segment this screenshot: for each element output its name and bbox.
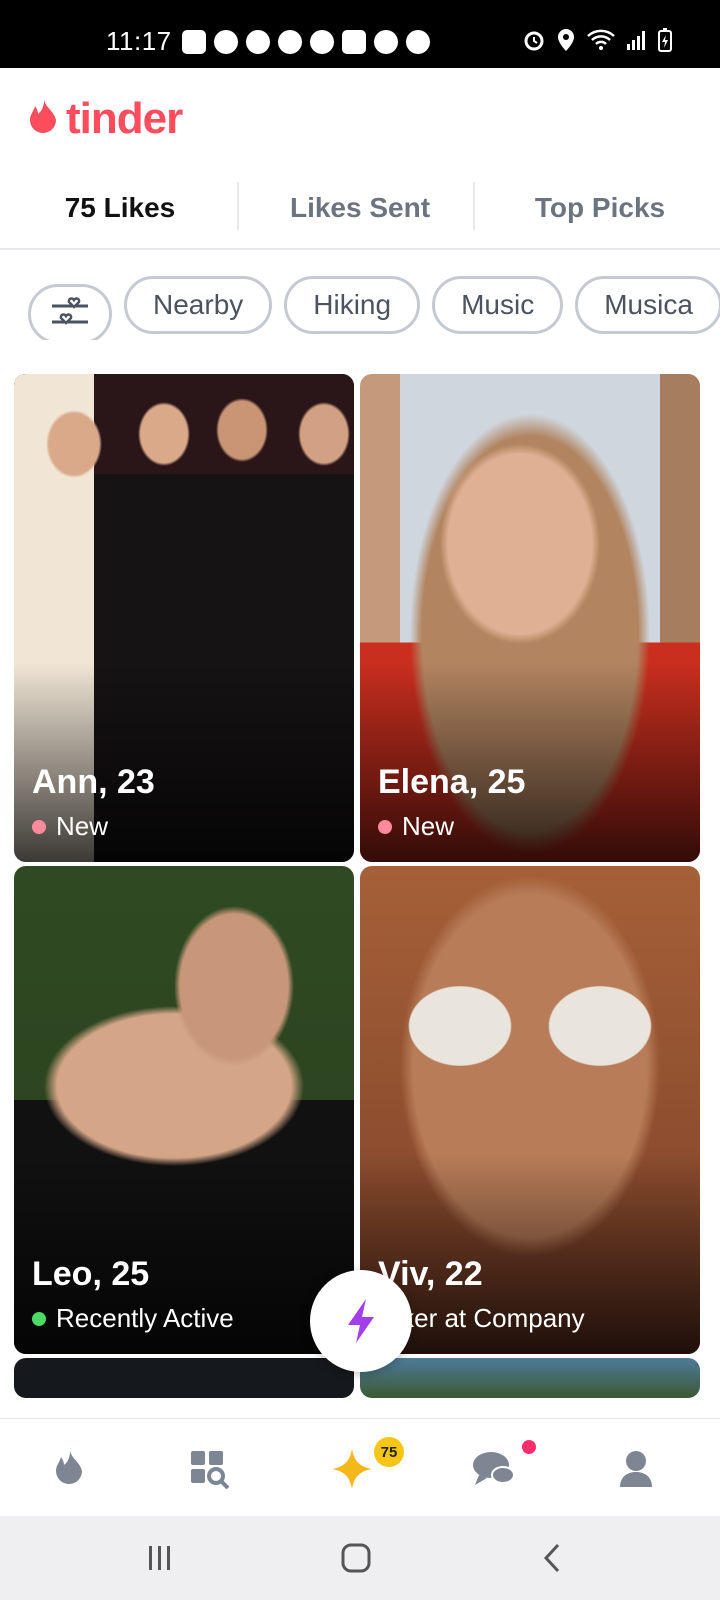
back-icon[interactable] xyxy=(540,1542,564,1574)
filter-sliders-icon xyxy=(52,297,88,325)
profile-card[interactable]: Ann, 23 New xyxy=(14,374,354,862)
basketball-icon xyxy=(374,30,398,54)
system-nav-bar xyxy=(0,1516,720,1600)
flame-icon xyxy=(56,1451,82,1484)
status-dot xyxy=(32,1311,46,1326)
recent-apps-icon[interactable] xyxy=(146,1544,174,1572)
profile-card[interactable]: Viv, 22 orker at Company xyxy=(360,866,700,1354)
profile-card[interactable]: Leo, 25 Recently Active xyxy=(14,866,354,1354)
basketball-icon xyxy=(406,30,430,54)
unread-dot xyxy=(522,1440,536,1454)
card-status-label: Recently Active xyxy=(56,1303,234,1333)
card-status: Recently Active xyxy=(32,1303,234,1334)
card-name: Ann, 23 xyxy=(32,763,155,801)
facebook-icon xyxy=(182,30,206,54)
likes-star-icon xyxy=(332,1449,372,1489)
likes-tabs: 75 Likes Likes Sent Top Picks xyxy=(0,168,720,250)
home-icon[interactable] xyxy=(340,1542,372,1574)
boost-button[interactable] xyxy=(310,1270,412,1372)
tab-likes-sent-label: Likes Sent xyxy=(289,192,431,223)
reddit-icon xyxy=(246,30,270,54)
status-bar: 11:17 xyxy=(0,0,720,68)
nav-profile[interactable] xyxy=(606,1439,666,1499)
explore-icon xyxy=(191,1451,230,1489)
tab-divider xyxy=(237,182,239,230)
bottom-nav xyxy=(0,1418,720,1516)
status-time: 11:17 xyxy=(106,26,172,56)
battery-icon xyxy=(658,28,672,52)
chip-label: Music xyxy=(461,289,535,320)
chip-musical[interactable]: Musica xyxy=(575,276,720,334)
chip-label: Hiking xyxy=(313,289,392,320)
reddit-icon xyxy=(214,30,238,54)
tab-likes-sent[interactable]: Likes Sent xyxy=(240,168,480,248)
card-name: Elena, 25 xyxy=(378,763,526,801)
filter-chips: Nearby Hiking Music Musica xyxy=(28,276,720,340)
wifi-icon xyxy=(587,29,615,50)
chrome-icon xyxy=(278,30,302,54)
likes-count-badge: 75 xyxy=(374,1437,404,1467)
card-name: Leo, 25 xyxy=(32,1255,150,1293)
tab-top-picks-label: Top Picks xyxy=(534,192,666,223)
alarm-icon xyxy=(524,31,544,51)
lightning-bolt-icon xyxy=(348,1299,374,1343)
chip-nearby[interactable]: Nearby xyxy=(124,276,273,334)
system-icons xyxy=(522,28,672,52)
status-dot xyxy=(378,819,392,834)
nav-likes[interactable] xyxy=(322,1439,382,1499)
signal-icon xyxy=(627,31,645,50)
chip-label: Nearby xyxy=(153,289,244,320)
profile-card[interactable] xyxy=(360,1358,700,1398)
app-header: tinder xyxy=(0,68,720,168)
location-icon xyxy=(558,29,574,51)
status-dot xyxy=(32,819,46,834)
chat-icon xyxy=(473,1452,515,1485)
card-status: New xyxy=(32,811,108,842)
notification-icons xyxy=(182,30,430,54)
chip-hiking[interactable]: Hiking xyxy=(284,276,421,334)
chip-music[interactable]: Music xyxy=(432,276,564,334)
tab-divider xyxy=(473,182,475,230)
logo-text: tinder xyxy=(66,94,183,143)
profile-card[interactable]: Elena, 25 New xyxy=(360,374,700,862)
profile-card[interactable] xyxy=(14,1358,354,1398)
tab-likes-label: 75 Likes xyxy=(64,192,176,223)
chrome-icon xyxy=(310,30,334,54)
flame-logo-icon xyxy=(30,100,56,133)
tab-likes[interactable]: 75 Likes xyxy=(0,168,240,248)
tinder-logo[interactable]: tinder xyxy=(26,94,183,144)
card-status: New xyxy=(378,811,454,842)
nav-home[interactable] xyxy=(40,1439,100,1499)
news-icon xyxy=(342,30,366,54)
tab-top-picks[interactable]: Top Picks xyxy=(480,168,720,248)
chip-label: Musica xyxy=(604,289,693,320)
filter-button[interactable] xyxy=(28,284,112,340)
nav-explore[interactable] xyxy=(180,1439,240,1499)
card-status-label: New xyxy=(402,811,455,841)
card-status-label: New xyxy=(56,811,109,841)
profile-icon xyxy=(620,1451,652,1487)
nav-messages[interactable] xyxy=(464,1439,524,1499)
